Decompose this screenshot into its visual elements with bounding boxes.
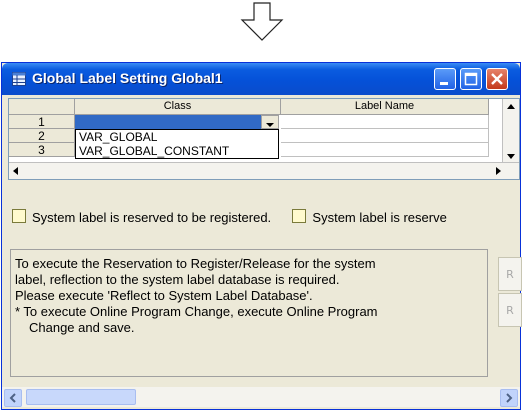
scroll-down-icon [507, 154, 515, 159]
close-button[interactable] [486, 68, 508, 90]
scroll-right-icon [496, 167, 501, 175]
window-title: Global Label Setting Global1 [32, 70, 223, 86]
maximize-button[interactable] [460, 68, 482, 90]
row-header[interactable]: 2 [9, 129, 75, 143]
column-header-class[interactable]: Class [75, 99, 281, 115]
scroll-thumb[interactable] [26, 389, 136, 405]
message-line: Change and save. [29, 320, 135, 335]
reserved-register-swatch [12, 209, 26, 223]
chevron-left-icon [9, 393, 16, 403]
class-dropdown-list: VAR_GLOBAL VAR_GLOBAL_CONSTANT [75, 129, 279, 159]
down-arrow-icon [240, 2, 284, 41]
legend: System label is reserved to be registere… [12, 209, 447, 225]
close-icon [491, 73, 503, 85]
corner-header [9, 99, 75, 115]
label-name-cell[interactable] [281, 129, 489, 143]
message-box: To execute the Reservation to Register/R… [10, 249, 488, 377]
dropdown-option[interactable]: VAR_GLOBAL_CONSTANT [76, 144, 278, 158]
row-header[interactable]: 3 [9, 143, 75, 157]
row-header[interactable]: 1 [9, 115, 75, 129]
minimize-button[interactable] [434, 68, 456, 90]
global-label-window: Global Label Setting Global1 Class Label… [1, 62, 522, 410]
table-icon [12, 72, 26, 86]
minimize-icon [440, 82, 448, 85]
message-line: label, reflection to the system label da… [15, 272, 340, 287]
scroll-left-button[interactable] [4, 389, 22, 407]
label-grid: Class Label Name 1 2 3 VAR_GLOBAL VAR_GL… [8, 98, 520, 180]
dropdown-option[interactable]: VAR_GLOBAL [76, 130, 278, 144]
title-bar[interactable]: Global Label Setting Global1 [2, 63, 520, 95]
grid-horizontal-scrollbar[interactable] [9, 162, 519, 179]
scroll-left-icon [13, 167, 18, 175]
chevron-right-icon [506, 393, 513, 403]
label-name-cell[interactable] [281, 143, 489, 157]
scroll-right-button[interactable] [500, 389, 518, 407]
message-line: Please execute 'Reflect to System Label … [15, 288, 313, 303]
reserve-register-button[interactable]: R [498, 257, 522, 291]
class-dropdown-button[interactable] [261, 115, 279, 129]
reserved-release-swatch [292, 209, 307, 223]
message-line: * To execute Online Program Change, exec… [15, 304, 378, 319]
reserve-release-button[interactable]: R [498, 293, 522, 327]
label-name-cell[interactable] [281, 115, 489, 129]
message-line: To execute the Reservation to Register/R… [15, 256, 376, 271]
class-cell-selected[interactable] [75, 115, 261, 129]
scroll-up-icon [507, 104, 515, 109]
legend-label-release: System label is reserve [312, 210, 447, 225]
grid-vertical-scrollbar[interactable] [502, 99, 519, 163]
window-horizontal-scrollbar[interactable] [2, 387, 520, 407]
column-header-label-name[interactable]: Label Name [281, 99, 489, 115]
legend-label-register: System label is reserved to be registere… [32, 210, 272, 225]
maximize-icon [464, 72, 478, 86]
